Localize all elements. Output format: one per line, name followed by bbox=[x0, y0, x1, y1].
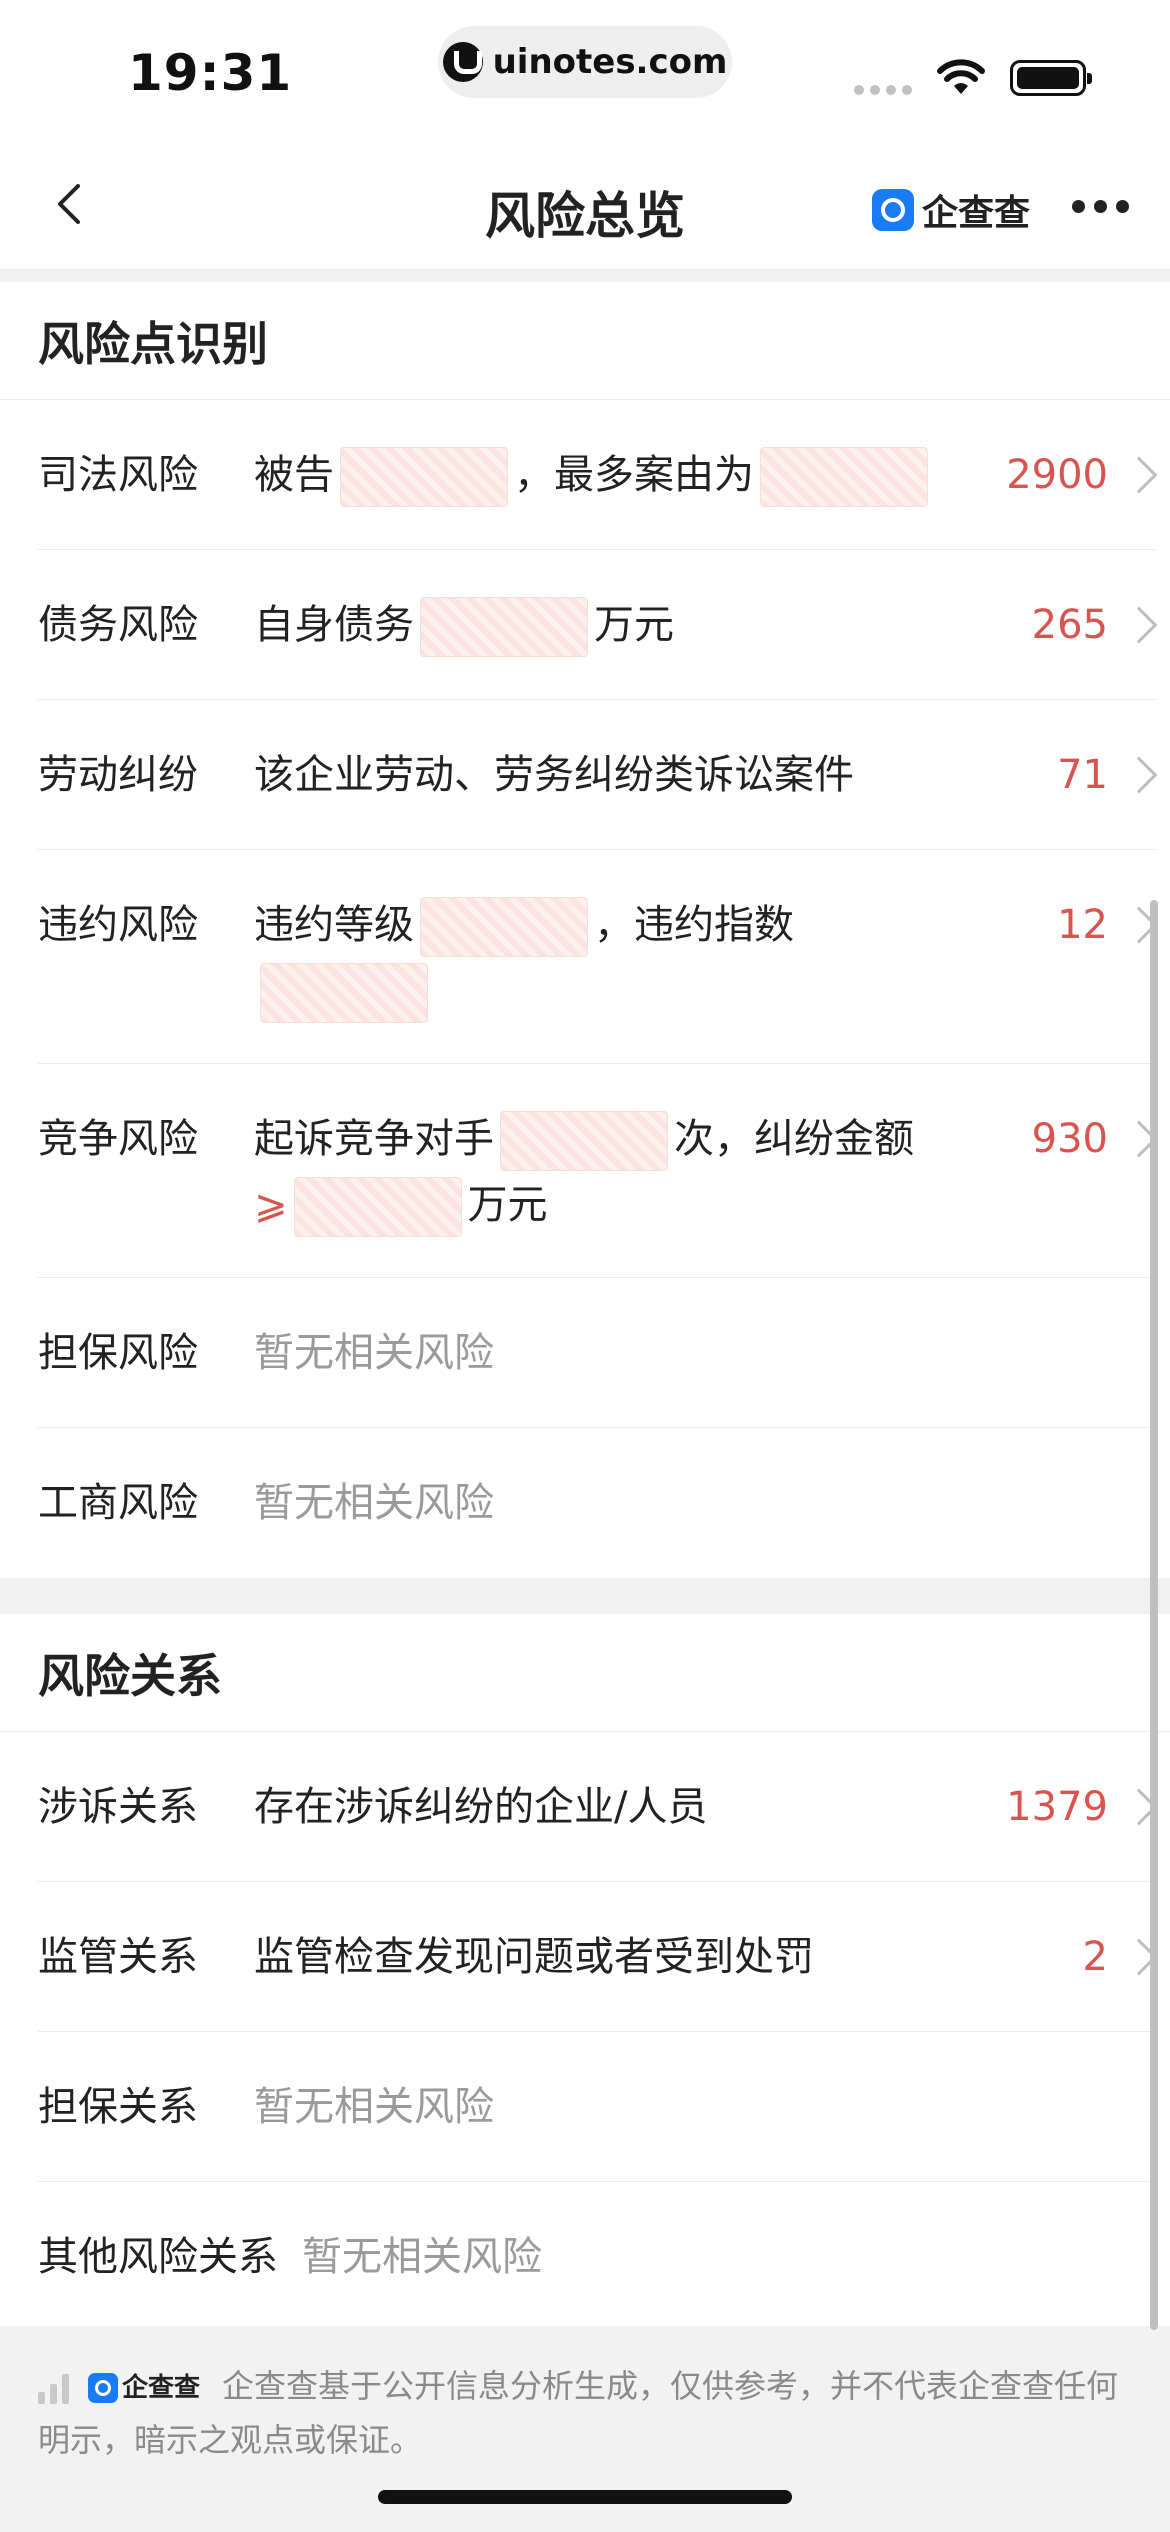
row-label: 竞争风险 bbox=[38, 1116, 198, 1162]
redacted-value bbox=[760, 447, 928, 507]
scrollbar[interactable] bbox=[1150, 900, 1158, 2330]
row-desc: 违约等级 ，违约指数 bbox=[254, 892, 1156, 1024]
row-label: 劳动纠纷 bbox=[38, 752, 198, 798]
row-label: 担保关系 bbox=[38, 2084, 198, 2130]
footer-brand: 企查查 bbox=[88, 2362, 200, 2414]
wifi-icon bbox=[937, 59, 985, 94]
relation-row-other: 其他风险关系 暂无相关风险 bbox=[38, 2182, 1156, 2332]
signal-icon bbox=[854, 85, 912, 95]
row-desc: 暂无相关风险 bbox=[302, 2234, 542, 2280]
status-bar: 19:31 uinotes.com bbox=[0, 0, 1170, 140]
risk-row-default[interactable]: 违约风险 违约等级 ，违约指数 12 bbox=[38, 850, 1158, 1064]
more-icon[interactable] bbox=[1072, 200, 1129, 213]
brand-logo: 企查查 bbox=[872, 184, 1030, 236]
risk-row-labor[interactable]: 劳动纠纷 该企业劳动、劳务纠纷类诉讼案件 71 bbox=[38, 700, 1158, 850]
url-text: uinotes.com bbox=[492, 42, 728, 82]
relation-row-guarantee: 担保关系 暂无相关风险 bbox=[38, 2032, 1156, 2182]
row-label: 监管关系 bbox=[38, 1934, 198, 1980]
redacted-value bbox=[420, 897, 588, 957]
redacted-value bbox=[293, 1177, 462, 1237]
risk-row-judicial[interactable]: 司法风险 被告 ，最多案由为 2900 bbox=[38, 400, 1158, 550]
gte-symbol: ⩾ bbox=[254, 1182, 288, 1228]
redacted-value bbox=[340, 447, 508, 507]
status-time: 19:31 bbox=[128, 44, 293, 102]
row-label: 其他风险关系 bbox=[38, 2234, 278, 2280]
risk-relations-section: 风险关系 涉诉关系 存在涉诉纠纷的企业/人员 1379 监管关系 监管检查发现问… bbox=[0, 1614, 1170, 2332]
risk-row-debt[interactable]: 债务风险 自身债务 万元 265 bbox=[38, 550, 1158, 700]
redacted-value bbox=[260, 963, 428, 1023]
row-count: 930 bbox=[1031, 1116, 1108, 1162]
relation-row-supervision[interactable]: 监管关系 监管检查发现问题或者受到处罚 2 bbox=[38, 1882, 1158, 2032]
row-desc: 暂无相关风险 bbox=[254, 1480, 494, 1526]
row-label: 司法风险 bbox=[38, 452, 198, 498]
qcc-logo-icon bbox=[88, 2373, 118, 2403]
row-desc: 该企业劳动、劳务纠纷类诉讼案件 bbox=[254, 752, 854, 798]
risk-row-competition[interactable]: 竞争风险 起诉竞争对手 次，纠纷金额 ⩾ 万元 930 bbox=[38, 1064, 1158, 1278]
row-label: 工商风险 bbox=[38, 1480, 198, 1526]
row-count: 265 bbox=[1031, 602, 1108, 648]
risk-row-business: 工商风险 暂无相关风险 bbox=[38, 1428, 1156, 1578]
section-title: 风险点识别 bbox=[0, 282, 1170, 400]
site-logo-icon bbox=[442, 42, 483, 82]
row-count: 2 bbox=[1082, 1934, 1108, 1980]
row-desc: 起诉竞争对手 次，纠纷金额 ⩾ 万元 bbox=[254, 1106, 1156, 1238]
row-desc: 监管检查发现问题或者受到处罚 bbox=[254, 1934, 814, 1980]
chart-bars-icon bbox=[38, 2372, 70, 2404]
row-desc: 暂无相关风险 bbox=[254, 2084, 494, 2130]
row-label: 涉诉关系 bbox=[38, 1784, 198, 1830]
battery-icon bbox=[1010, 60, 1092, 96]
row-label: 违约风险 bbox=[38, 902, 198, 948]
brand-text: 企查查 bbox=[922, 193, 1031, 234]
redacted-value bbox=[500, 1111, 668, 1171]
nav-bar: 风险总览 企查查 bbox=[0, 140, 1170, 270]
qcc-logo-icon bbox=[872, 189, 914, 231]
row-desc: 自身债务 万元 bbox=[254, 592, 1156, 658]
row-count: 71 bbox=[1057, 752, 1108, 798]
row-label: 担保风险 bbox=[38, 1330, 198, 1376]
row-count: 2900 bbox=[1006, 452, 1108, 498]
row-label: 债务风险 bbox=[38, 602, 198, 648]
section-title: 风险关系 bbox=[0, 1614, 1170, 1732]
home-indicator[interactable] bbox=[378, 2490, 792, 2504]
row-count: 1379 bbox=[1006, 1784, 1108, 1830]
risk-points-section: 风险点识别 司法风险 被告 ，最多案由为 2900 债务风险 自身债务 万元 265… bbox=[0, 282, 1170, 1578]
row-desc: 暂无相关风险 bbox=[254, 1330, 494, 1376]
redacted-value bbox=[420, 597, 588, 657]
relation-row-litigation[interactable]: 涉诉关系 存在涉诉纠纷的企业/人员 1379 bbox=[38, 1732, 1158, 1882]
url-pill[interactable]: uinotes.com bbox=[438, 26, 732, 98]
row-count: 12 bbox=[1057, 902, 1108, 948]
risk-row-guarantee: 担保风险 暂无相关风险 bbox=[38, 1278, 1156, 1428]
footer-text: 企查查 企查查基于公开信息分析生成，仅供参考，并不代表企查查任何明示，暗示之观点或… bbox=[38, 2360, 1132, 2466]
